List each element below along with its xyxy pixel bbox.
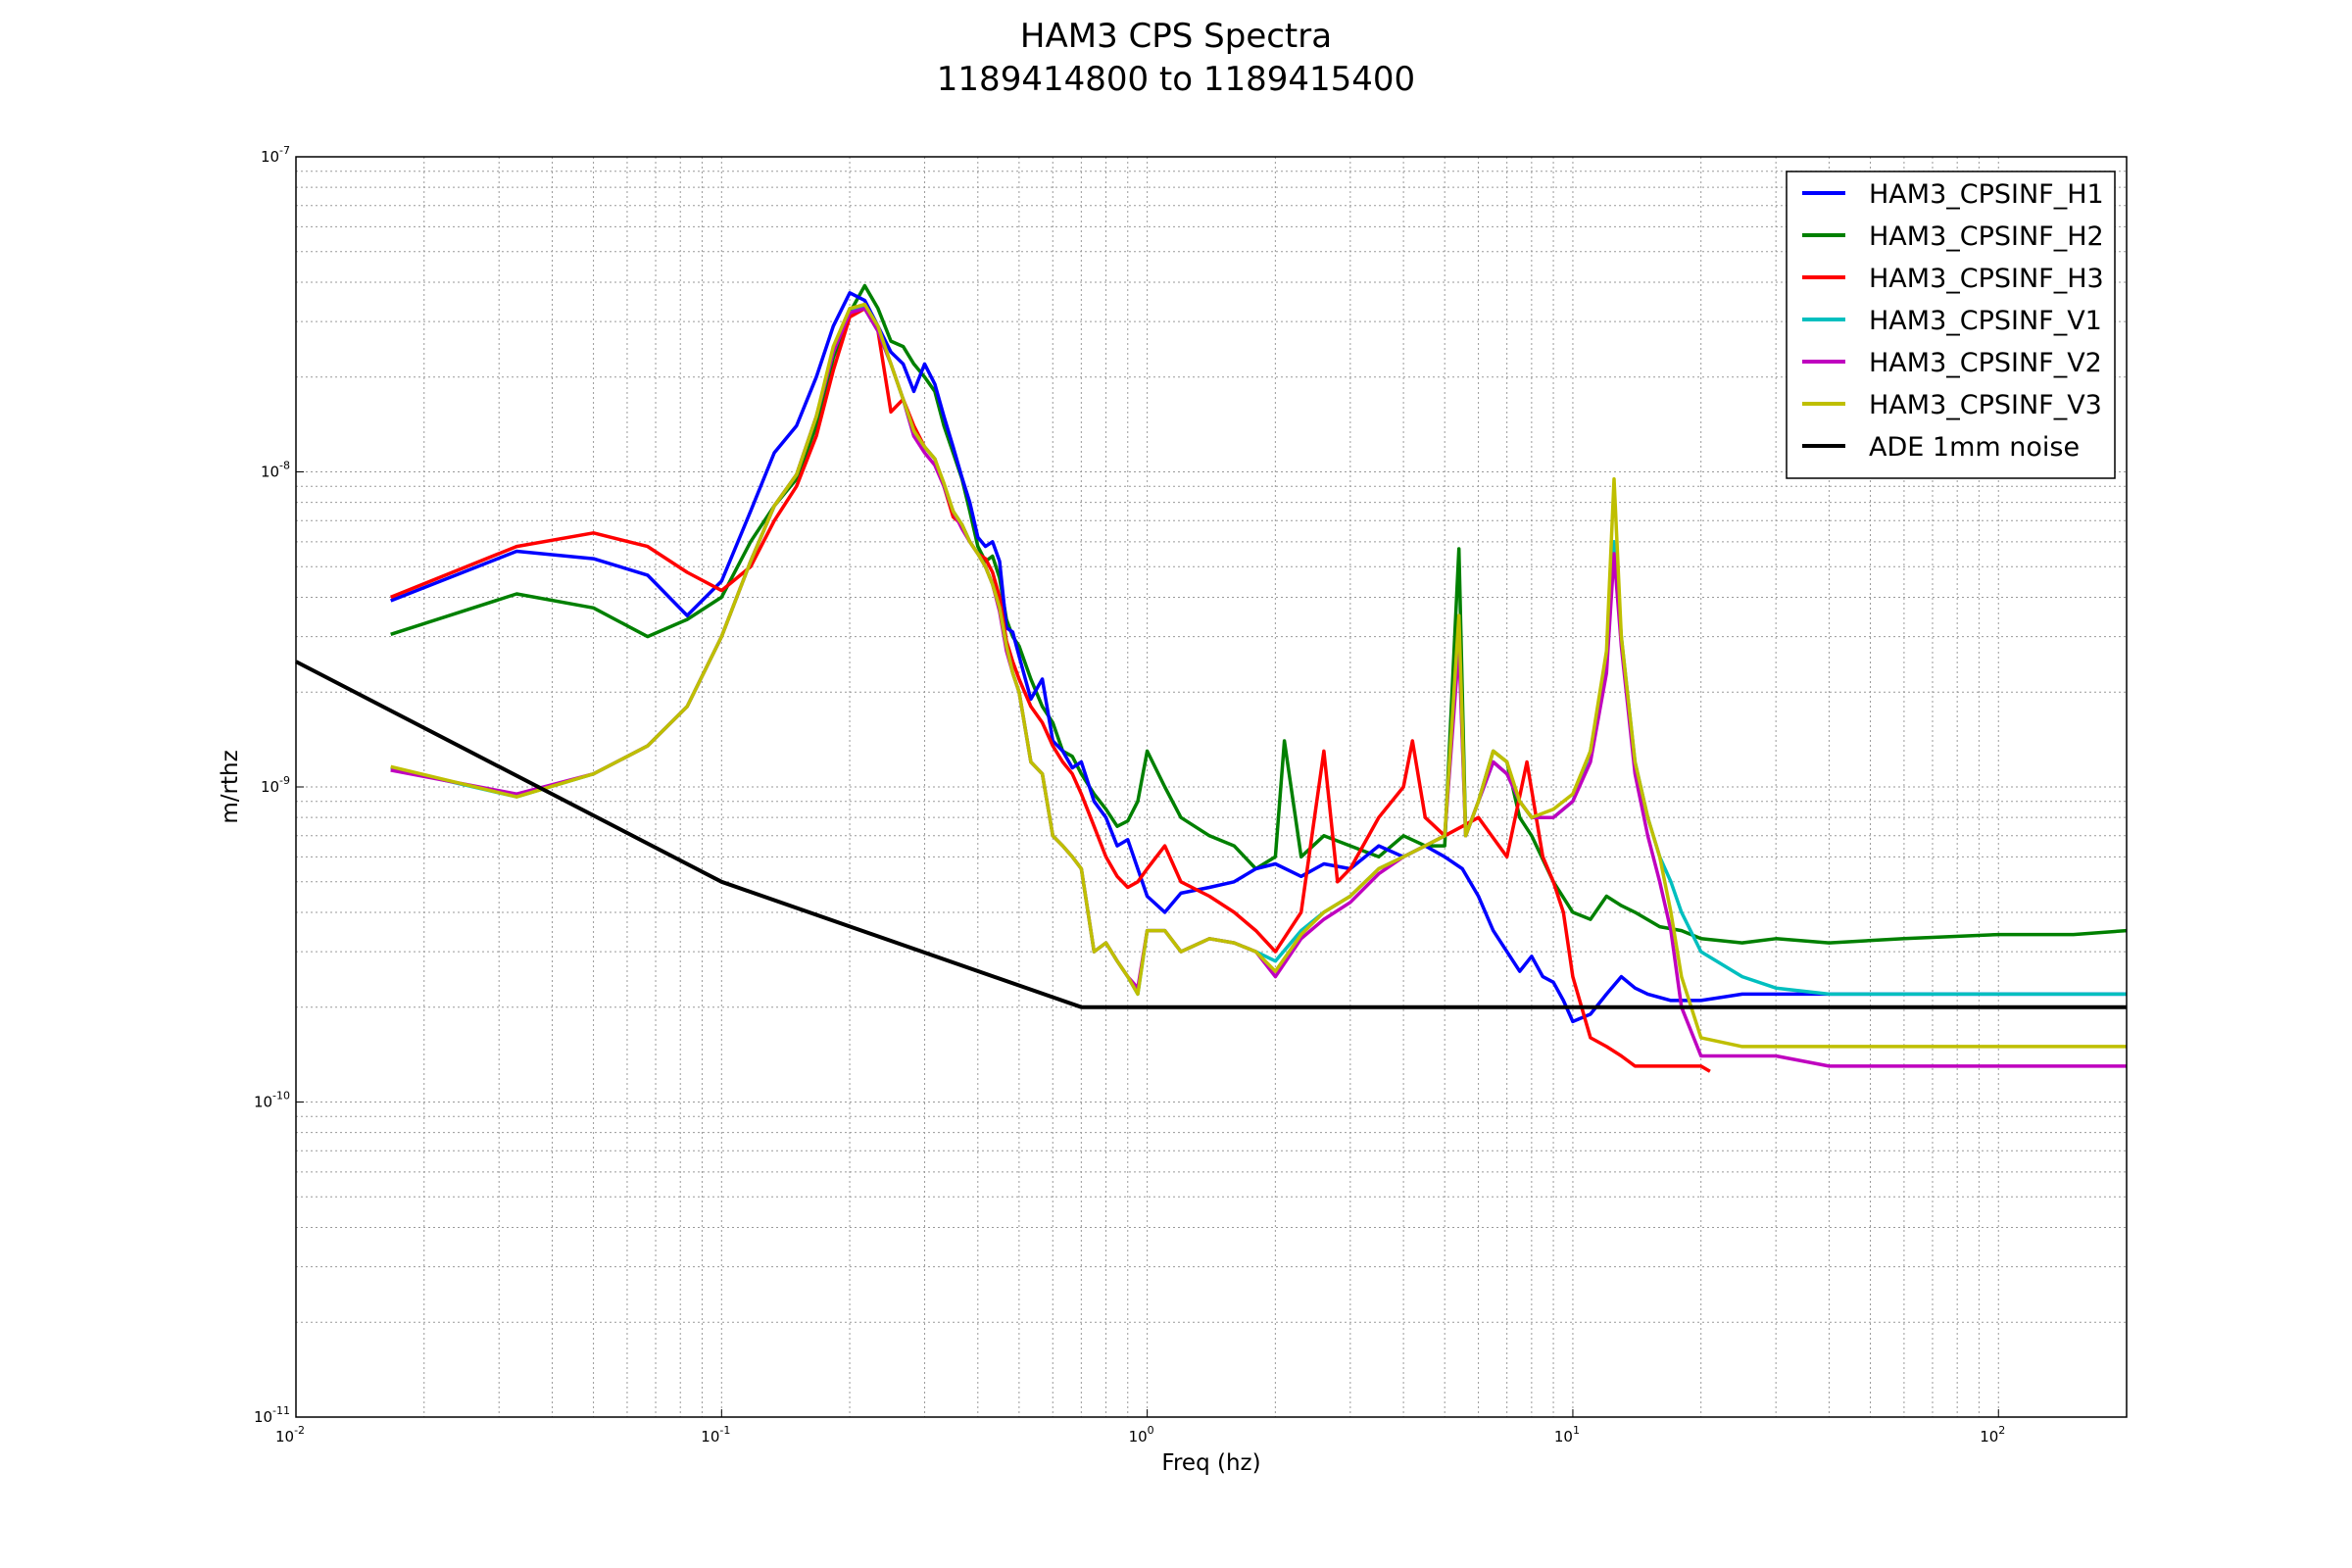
legend-label: HAM3_CPSINF_V2	[1869, 348, 2102, 378]
legend-label: HAM3_CPSINF_H2	[1869, 221, 2104, 252]
chart-subtitle: 1189414800 to 1189415400	[937, 60, 1415, 99]
legend: HAM3_CPSINF_H1 HAM3_CPSINF_H2 HAM3_CPSINF_…	[1786, 171, 2116, 479]
x-tick-label: 10-2	[275, 1424, 305, 1446]
x-tick-label: 100	[1129, 1424, 1154, 1446]
y-tick-label: 10-10	[254, 1090, 290, 1111]
y-tick-label: 10-11	[254, 1404, 290, 1426]
series-line-ade-1mm-noise	[295, 660, 2127, 1009]
x-tick-label: 102	[1980, 1424, 2005, 1446]
legend-label: HAM3_CPSINF_H1	[1869, 179, 2104, 210]
x-tick-label: 101	[1554, 1424, 1580, 1446]
legend-label: ADE 1mm noise	[1869, 432, 2080, 463]
y-tick-label: 10-8	[261, 460, 290, 481]
chart-title: HAM3 CPS Spectra	[1020, 17, 1332, 56]
y-axis-label: m/rthz	[218, 750, 243, 823]
chart: HAM3 CPS Spectra 1189414800 to 118941540…	[218, 17, 2128, 1476]
y-tick-label: 10-9	[261, 774, 290, 796]
y-tick-label: 10-7	[261, 144, 290, 166]
x-tick-label: 10-1	[701, 1424, 730, 1446]
legend-label: HAM3_CPSINF_V1	[1869, 306, 2102, 336]
legend-label: HAM3_CPSINF_H3	[1869, 264, 2104, 294]
legend-label: HAM3_CPSINF_V3	[1869, 390, 2102, 420]
x-axis-label: Freq (hz)	[1161, 1450, 1260, 1476]
